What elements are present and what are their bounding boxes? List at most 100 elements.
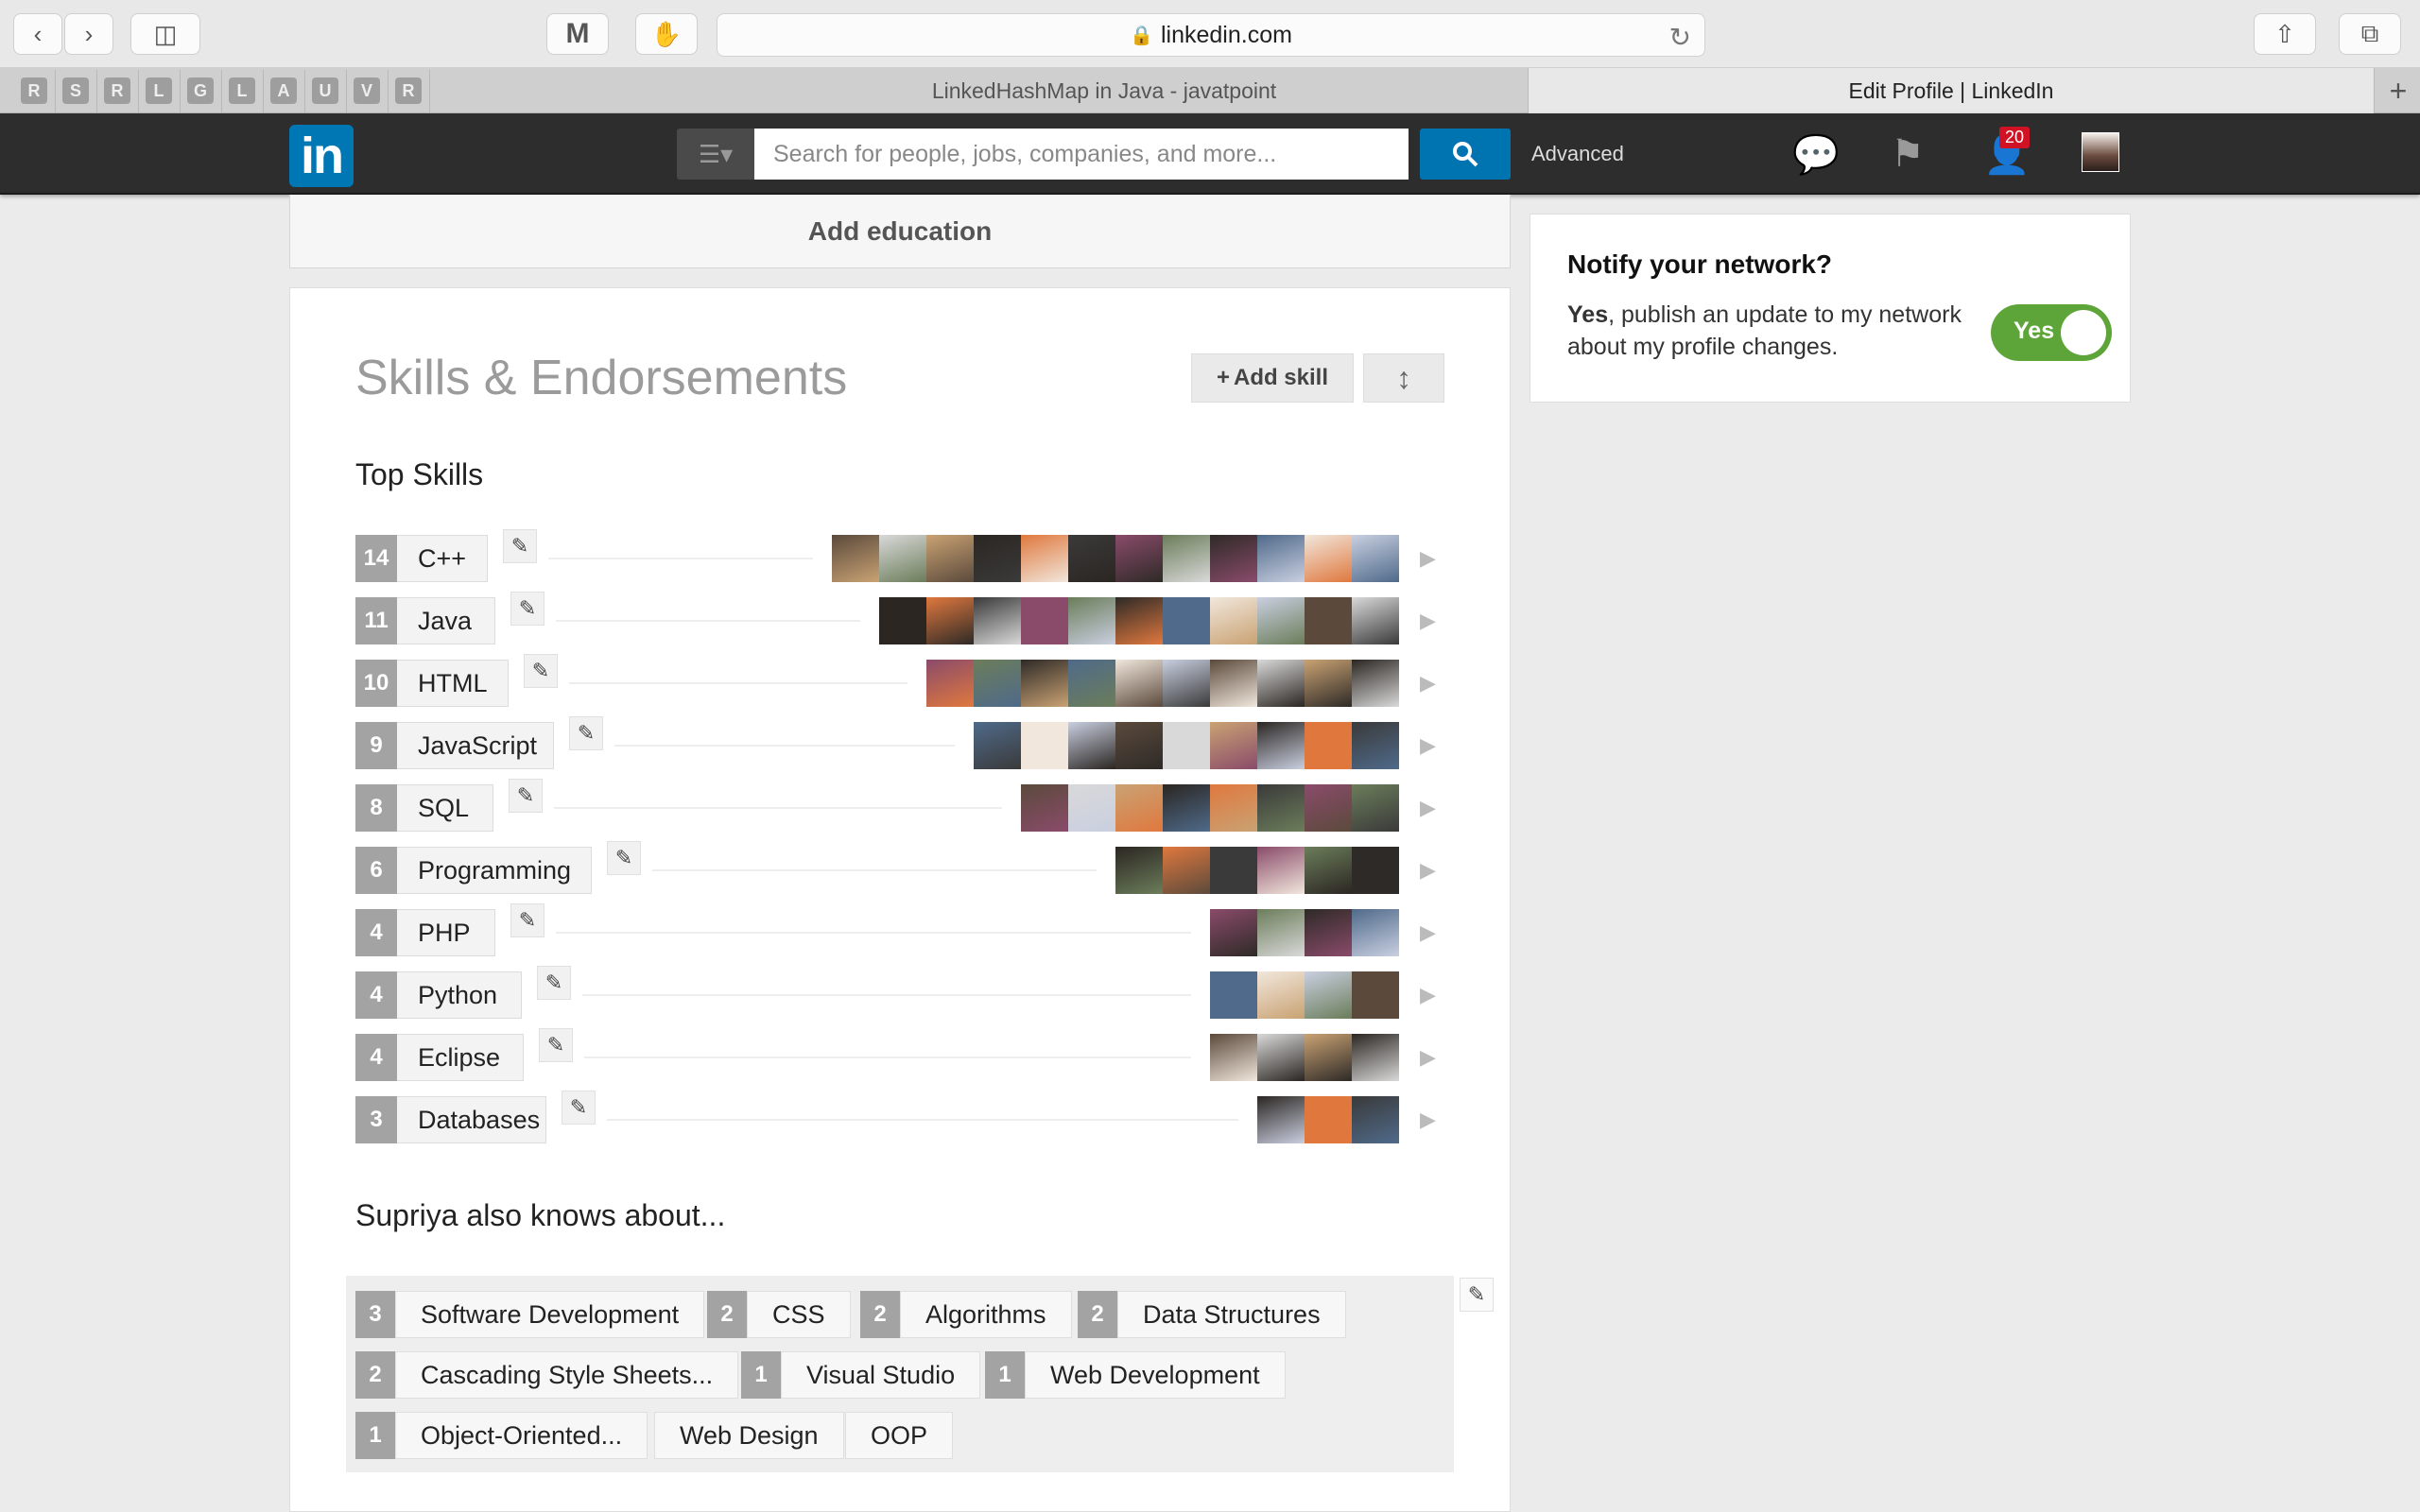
edit-pencil-icon[interactable]: ✎ (509, 779, 543, 813)
add-education-button[interactable]: Add education (289, 195, 1511, 268)
skill-name[interactable]: SQL (397, 784, 493, 832)
edit-pencil-icon[interactable]: ✎ (537, 966, 571, 1000)
also-skill-tag[interactable]: Web Design (654, 1412, 844, 1459)
tab-edit-profile[interactable]: Edit Profile | LinkedIn (1528, 68, 2375, 113)
endorser-avatar[interactable] (1305, 971, 1352, 1019)
endorser-avatar[interactable] (1021, 722, 1068, 769)
edit-pencil-icon[interactable]: ✎ (503, 529, 537, 563)
endorser-avatar[interactable] (1305, 535, 1352, 582)
edit-pencil-icon[interactable]: ✎ (510, 903, 544, 937)
endorser-avatar[interactable] (1115, 784, 1163, 832)
sidebar-toggle-icon[interactable]: ◫ (130, 13, 200, 55)
endorser-avatar[interactable] (1352, 847, 1399, 894)
endorser-avatar[interactable] (1352, 971, 1399, 1019)
skill-name[interactable]: Eclipse (397, 1034, 524, 1081)
endorsement-count[interactable]: 3 (355, 1096, 397, 1143)
endorser-avatar[interactable] (1257, 597, 1305, 644)
pinned-tab[interactable]: A (270, 77, 297, 104)
edit-pencil-icon[interactable]: ✎ (1460, 1278, 1494, 1312)
endorser-avatar[interactable] (1021, 784, 1068, 832)
skill-name[interactable]: JavaScript (397, 722, 554, 769)
endorser-avatar[interactable] (1257, 971, 1305, 1019)
endorser-avatar[interactable] (879, 597, 926, 644)
pinned-tab[interactable]: U (312, 77, 338, 104)
endorser-avatar[interactable] (1352, 597, 1399, 644)
endorser-avatar[interactable] (974, 660, 1021, 707)
tab-javatpoint[interactable]: LinkedHashMap in Java - javatpoint (681, 68, 1528, 113)
expand-arrow-icon[interactable]: ▶ (1420, 609, 1436, 633)
new-tab-icon[interactable]: + (2377, 68, 2420, 113)
endorser-avatar[interactable] (1068, 597, 1115, 644)
also-skill-tag[interactable]: 1 Visual Studio (741, 1351, 981, 1399)
pinned-tab[interactable]: R (21, 77, 47, 104)
also-skill-tag[interactable]: 1 Web Development (985, 1351, 1286, 1399)
profile-avatar[interactable] (2082, 132, 2119, 172)
endorser-avatar[interactable] (1305, 1096, 1352, 1143)
endorser-avatar[interactable] (1352, 909, 1399, 956)
skill-name[interactable]: PHP (397, 909, 495, 956)
edit-pencil-icon[interactable]: ✎ (569, 716, 603, 750)
endorser-avatar[interactable] (974, 722, 1021, 769)
share-icon[interactable]: ⇧ (2254, 13, 2316, 55)
endorsement-count[interactable]: 4 (355, 1034, 397, 1081)
search-input[interactable]: Search for people, jobs, companies, and … (754, 129, 1409, 180)
endorser-avatar[interactable] (1068, 660, 1115, 707)
pinned-tab[interactable]: L (229, 77, 255, 104)
back-icon[interactable]: ‹ (13, 13, 62, 55)
extension-m-icon[interactable]: M (546, 13, 609, 55)
edit-pencil-icon[interactable]: ✎ (510, 592, 544, 626)
endorser-avatar[interactable] (1163, 660, 1210, 707)
endorser-avatar[interactable] (1305, 1034, 1352, 1081)
endorser-avatar[interactable] (1210, 784, 1257, 832)
endorser-avatar[interactable] (1068, 535, 1115, 582)
expand-arrow-icon[interactable]: ▶ (1420, 1045, 1436, 1070)
endorser-avatar[interactable] (1115, 535, 1163, 582)
endorser-avatar[interactable] (1210, 971, 1257, 1019)
endorser-avatar[interactable] (1210, 847, 1257, 894)
endorsement-count[interactable]: 9 (355, 722, 397, 769)
endorser-avatar[interactable] (879, 535, 926, 582)
expand-arrow-icon[interactable]: ▶ (1420, 733, 1436, 758)
endorser-avatar[interactable] (1257, 847, 1305, 894)
expand-arrow-icon[interactable]: ▶ (1420, 796, 1436, 820)
tabs-overview-icon[interactable]: ⧉ (2339, 13, 2401, 55)
skill-name[interactable]: Python (397, 971, 522, 1019)
endorser-avatar[interactable] (1068, 784, 1115, 832)
expand-arrow-icon[interactable]: ▶ (1420, 920, 1436, 945)
also-skill-tag[interactable]: OOP (845, 1412, 954, 1459)
endorser-avatar[interactable] (1163, 597, 1210, 644)
endorser-avatar[interactable] (1163, 784, 1210, 832)
skill-name[interactable]: Databases (397, 1096, 546, 1143)
endorser-avatar[interactable] (1257, 1096, 1305, 1143)
pinned-tab[interactable]: R (395, 77, 422, 104)
skill-name[interactable]: HTML (397, 660, 509, 707)
pinned-tab[interactable]: V (354, 77, 380, 104)
url-bar[interactable]: 🔒 linkedin.com ↻ (717, 13, 1705, 57)
endorser-avatar[interactable] (1352, 722, 1399, 769)
endorser-avatar[interactable] (1115, 597, 1163, 644)
endorser-avatar[interactable] (832, 535, 879, 582)
endorser-avatar[interactable] (1305, 597, 1352, 644)
endorsement-count[interactable]: 11 (355, 597, 397, 644)
expand-arrow-icon[interactable]: ▶ (1420, 983, 1436, 1007)
endorser-avatar[interactable] (1021, 597, 1068, 644)
endorsement-count[interactable]: 8 (355, 784, 397, 832)
also-skill-tag[interactable]: 2 Data Structures (1078, 1291, 1346, 1338)
expand-arrow-icon[interactable]: ▶ (1420, 671, 1436, 696)
also-skill-tag[interactable]: 2 CSS (707, 1291, 851, 1338)
endorsement-count[interactable]: 10 (355, 660, 397, 707)
endorser-avatar[interactable] (926, 535, 974, 582)
endorser-avatar[interactable] (1352, 1034, 1399, 1081)
endorser-avatar[interactable] (1163, 722, 1210, 769)
endorser-avatar[interactable] (1257, 722, 1305, 769)
expand-arrow-icon[interactable]: ▶ (1420, 1108, 1436, 1132)
endorser-avatar[interactable] (1257, 909, 1305, 956)
endorsement-count[interactable]: 4 (355, 909, 397, 956)
pinned-tab[interactable]: L (146, 77, 172, 104)
endorser-avatar[interactable] (1210, 597, 1257, 644)
endorser-avatar[interactable] (926, 597, 974, 644)
extension-hand-icon[interactable]: ✋ (635, 13, 698, 55)
reorder-icon[interactable]: ↕ (1363, 353, 1444, 403)
also-skill-tag[interactable]: 2 Algorithms (860, 1291, 1072, 1338)
skill-name[interactable]: Programming (397, 847, 592, 894)
